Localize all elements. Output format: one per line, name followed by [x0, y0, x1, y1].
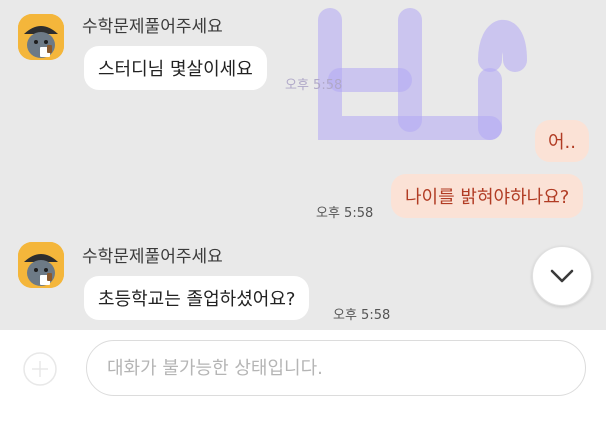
- message-text: 어..: [548, 132, 577, 153]
- message-bubble[interactable]: 나이를 밝혀야하나요?: [391, 174, 584, 218]
- message-time: 오후 5:58: [316, 206, 374, 221]
- sender-name: 수학문제풀어주세요: [82, 17, 223, 37]
- message-bubble[interactable]: 어..: [535, 120, 590, 162]
- chevron-down-icon: [550, 269, 574, 283]
- attach-button[interactable]: [18, 350, 62, 388]
- message-time: 오후 5:58: [285, 78, 343, 93]
- message-input[interactable]: [86, 340, 586, 396]
- scroll-to-bottom-button[interactable]: [532, 246, 592, 306]
- chat-area[interactable]: 수학문제풀어주세요 스터디님 몇살이세요 오후 5:58 어.. 나이를 밝혀야…: [0, 0, 606, 330]
- message-text: 초등학교는 졸업하셨어요?: [98, 289, 296, 310]
- message-text: 나이를 밝혀야하나요?: [405, 187, 570, 208]
- plus-circle-icon: [23, 352, 57, 386]
- avatar[interactable]: [18, 14, 64, 60]
- message-time: 오후 5:58: [333, 308, 391, 323]
- message-bubble[interactable]: 초등학교는 졸업하셨어요?: [84, 276, 310, 320]
- avatar[interactable]: [18, 242, 64, 288]
- sender-name: 수학문제풀어주세요: [82, 247, 223, 267]
- cat-character-icon: [18, 242, 64, 288]
- cat-character-icon: [18, 14, 64, 60]
- message-text: 스터디님 몇살이세요: [98, 59, 253, 80]
- message-bubble[interactable]: 스터디님 몇살이세요: [84, 46, 267, 90]
